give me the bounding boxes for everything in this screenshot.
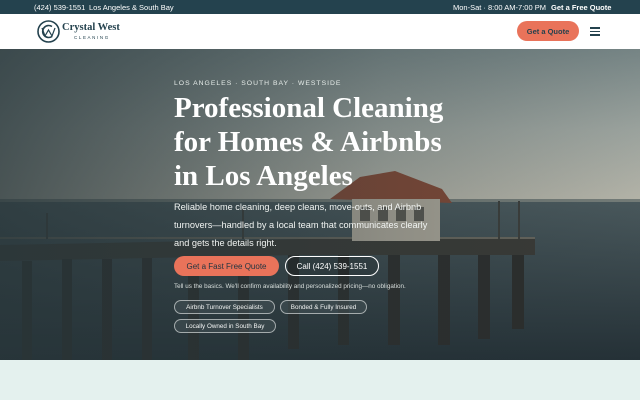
hero-heading: Professional Cleaning for Homes & Airbnb… <box>174 91 504 193</box>
call-phone-button[interactable]: Call (424) 539-1551 <box>285 256 379 276</box>
top-info-bar: (424) 539-1551 Los Angeles & South Bay M… <box>0 0 640 14</box>
hero-subtitle: Reliable home cleaning, deep cleans, mov… <box>174 198 474 252</box>
badge-airbnb-turnover: Airbnb Turnover Specialists <box>174 300 275 314</box>
badge-locally-owned: Locally Owned in South Bay <box>174 319 276 333</box>
logo-name: Crystal West <box>62 22 120 33</box>
site-header: Crystal West CLEANING Get a Quote <box>0 14 640 49</box>
topbar-quote-link[interactable]: Get a Free Quote <box>551 3 611 12</box>
site-logo[interactable]: Crystal West CLEANING <box>36 19 126 45</box>
header-get-quote-button[interactable]: Get a Quote <box>517 21 579 41</box>
fast-free-quote-button[interactable]: Get a Fast Free Quote <box>174 256 279 276</box>
hamburger-menu-icon[interactable] <box>587 24 603 38</box>
hero-heading-line: for Homes & Airbnbs <box>174 126 442 158</box>
hero-section: LOS ANGELES · SOUTH BAY · WESTSIDE Profe… <box>0 49 640 360</box>
hero-helper-text: Tell us the basics. We'll confirm availa… <box>174 283 406 290</box>
badge-bonded-insured: Bonded & Fully Insured <box>280 300 367 314</box>
hero-eyebrow: LOS ANGELES · SOUTH BAY · WESTSIDE <box>174 80 342 87</box>
next-section-preview <box>0 360 640 400</box>
hero-heading-line: in Los Angeles <box>174 160 353 192</box>
hero-heading-line: Professional Cleaning <box>174 92 444 124</box>
logo-subtitle: CLEANING <box>74 35 110 40</box>
logo-emblem-icon <box>37 20 60 43</box>
topbar-phone-link[interactable]: (424) 539-1551 <box>34 3 85 12</box>
hero-subtitle-line: Reliable home cleaning, deep cleans, mov… <box>174 202 422 212</box>
topbar-service-area: Los Angeles & South Bay <box>89 3 174 12</box>
hero-subtitle-line: turnovers—handled by a local team that c… <box>174 220 428 230</box>
topbar-hours: Mon-Sat · 8:00 AM-7:00 PM <box>453 3 546 12</box>
hero-subtitle-line: and gets the details right. <box>174 238 277 248</box>
